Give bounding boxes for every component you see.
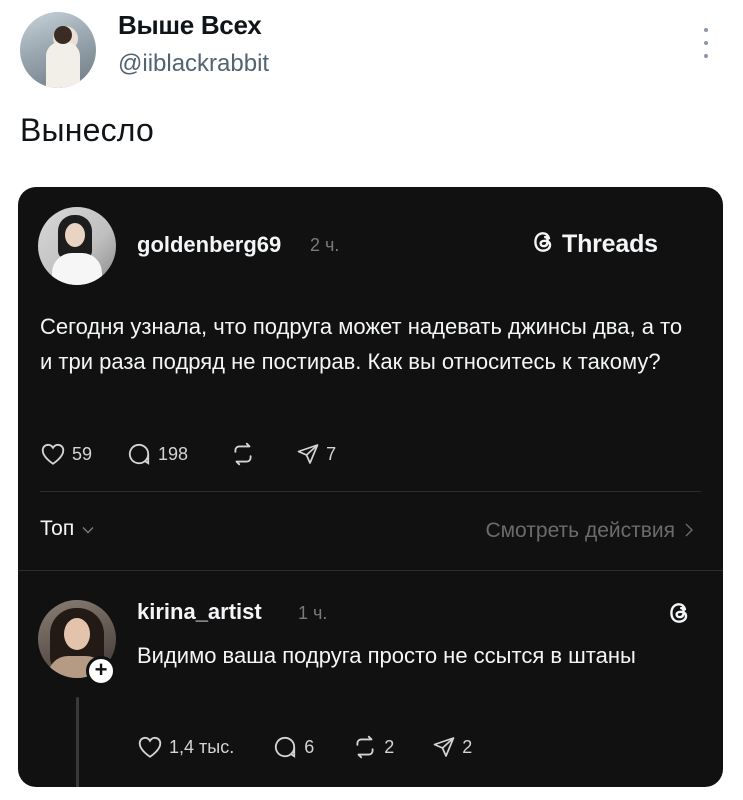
comment-bubble-icon: [272, 734, 298, 760]
divider: [40, 491, 701, 492]
send-icon: [432, 735, 456, 759]
reply-repost-button[interactable]: 2: [352, 735, 394, 759]
chevron-right-icon: [685, 519, 693, 543]
threads-brand: Threads: [530, 229, 658, 260]
reply-author-username: kirina_artist: [137, 599, 262, 624]
reply-like-button[interactable]: 1,4 тыс.: [137, 735, 234, 759]
post-action-bar: 59 198 7: [40, 439, 336, 469]
reply-like-count: 1,4 тыс.: [169, 736, 235, 757]
post-author-avatar: [38, 207, 116, 285]
view-activity-link[interactable]: Смотреть действия: [485, 519, 693, 543]
post-author-username: goldenberg69: [137, 232, 282, 257]
divider: [18, 570, 723, 571]
tweet-author-handle[interactable]: @iiblackrabbit: [118, 50, 269, 78]
post-body-text: Сегодня узнала, что подруга может надева…: [40, 314, 683, 374]
send-icon: [296, 442, 320, 466]
post-repost-button[interactable]: [230, 442, 256, 466]
sort-dropdown[interactable]: Топ: [40, 517, 94, 541]
reply-action-bar: 1,4 тыс. 6 2 2: [137, 732, 472, 762]
sort-label: Топ: [40, 517, 75, 540]
repost-icon: [230, 442, 256, 466]
more-options-icon[interactable]: [700, 28, 712, 58]
chevron-down-icon: [82, 517, 94, 541]
tweet-author-avatar[interactable]: [20, 12, 96, 88]
comment-bubble-icon: [126, 441, 152, 467]
heart-icon: [137, 735, 163, 759]
threads-logo-icon: [530, 229, 556, 260]
reply-repost-count: 2: [384, 736, 395, 757]
reply-comment-button[interactable]: 6: [272, 734, 314, 760]
threads-logo-icon: [666, 600, 692, 631]
reply-comment-count: 6: [304, 736, 315, 757]
reply-body-text: Видимо ваша подруга просто не ссытся в ш…: [137, 643, 636, 668]
post-comment-button[interactable]: 198: [126, 441, 188, 467]
post-share-button[interactable]: 7: [296, 442, 336, 466]
repost-icon: [352, 735, 378, 759]
view-activity-label: Смотреть действия: [485, 519, 675, 542]
post-share-count: 7: [326, 443, 337, 464]
post-like-count: 59: [72, 443, 93, 464]
tweet-author-name[interactable]: Выше Всех: [118, 10, 262, 41]
threads-brand-label: Threads: [562, 230, 658, 258]
reply-share-count: 2: [462, 736, 473, 757]
tweet-text: Вынесло: [20, 112, 155, 148]
thread-connector-line: [76, 697, 79, 787]
reply-timestamp: 1 ч.: [298, 603, 328, 623]
post-like-button[interactable]: 59: [40, 442, 92, 466]
follow-plus-icon[interactable]: +: [86, 656, 116, 686]
post-comment-count: 198: [158, 443, 189, 464]
reply-share-button[interactable]: 2: [432, 735, 472, 759]
threads-screenshot-card[interactable]: goldenberg69 2 ч. Threads Сегодня узнала…: [18, 187, 723, 787]
heart-icon: [40, 442, 66, 466]
post-timestamp: 2 ч.: [310, 235, 340, 255]
